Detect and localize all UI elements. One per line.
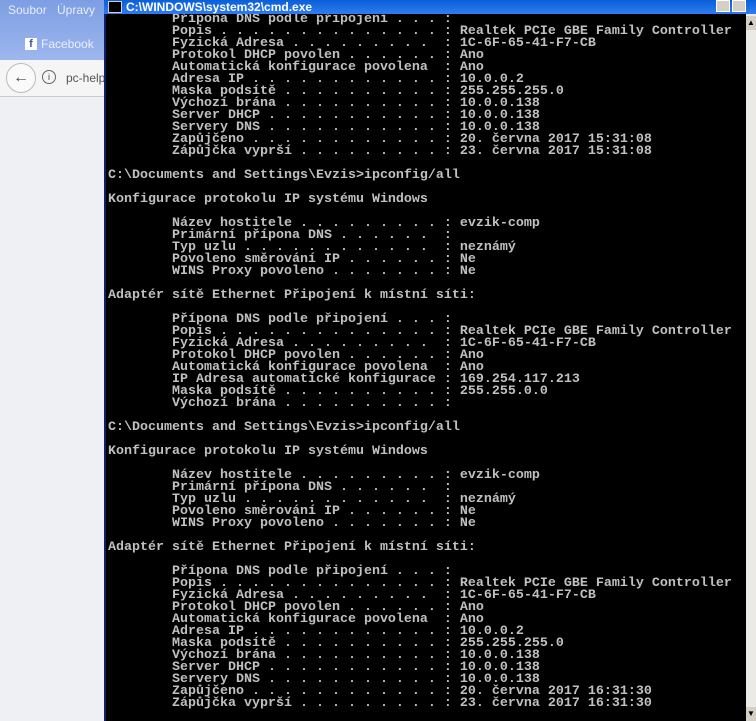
minimize-button[interactable] (716, 0, 730, 12)
prompt-line: C:\Documents and Settings\Evzis>ipconfig… (108, 168, 460, 183)
cmd-icon (108, 1, 122, 13)
scroll-up-icon[interactable]: ▲ (746, 16, 756, 30)
console-line: WINS Proxy povoleno . . . . . . . : Ne (108, 516, 476, 531)
config-header: Konfigurace protokolu IP systému Windows (108, 192, 428, 207)
browser-header: Soubor Úpravy f Facebook (0, 0, 105, 60)
config-header: Konfigurace protokolu IP systému Windows (108, 444, 428, 459)
facebook-icon: f (25, 38, 37, 50)
scroll-down-icon[interactable]: ▼ (746, 707, 756, 721)
title-bar: C:\WINDOWS\system32\cmd.exe (104, 0, 756, 14)
console-line: Výchozí brána . . . . . . . . . . : (108, 396, 452, 411)
console-output[interactable]: Přípona DNS podle připojení . . . : Popi… (106, 14, 746, 721)
cmd-window: C:\WINDOWS\system32\cmd.exe Přípona DNS … (104, 0, 756, 721)
menu-soubor[interactable]: Soubor (8, 3, 47, 17)
console-line: WINS Proxy povoleno . . . . . . . : Ne (108, 264, 476, 279)
facebook-bookmark[interactable]: f Facebook (25, 37, 94, 51)
prompt-line: C:\Documents and Settings\Evzis>ipconfig… (108, 420, 460, 435)
scrollbar[interactable]: ▲ ▼ (746, 14, 756, 721)
console-line: Zápůjčka vyprší . . . . . . . . . : 23. … (108, 696, 652, 711)
info-icon[interactable]: i (42, 70, 56, 84)
back-arrow-icon[interactable]: ← (6, 63, 36, 93)
menu-upravy[interactable]: Úpravy (57, 3, 95, 17)
adapter-header: Adaptér sítě Ethernet Připojení k místní… (108, 288, 476, 303)
browser-toolbar: ← i pc-help (0, 60, 105, 97)
console-line: Zápůjčka vyprší . . . . . . . . . : 23. … (108, 144, 652, 159)
url-bar[interactable]: pc-help (66, 71, 105, 85)
facebook-label: Facebook (41, 37, 94, 51)
maximize-button[interactable] (732, 0, 746, 12)
window-title: C:\WINDOWS\system32\cmd.exe (126, 0, 313, 14)
adapter-header: Adaptér sítě Ethernet Připojení k místní… (108, 540, 476, 555)
